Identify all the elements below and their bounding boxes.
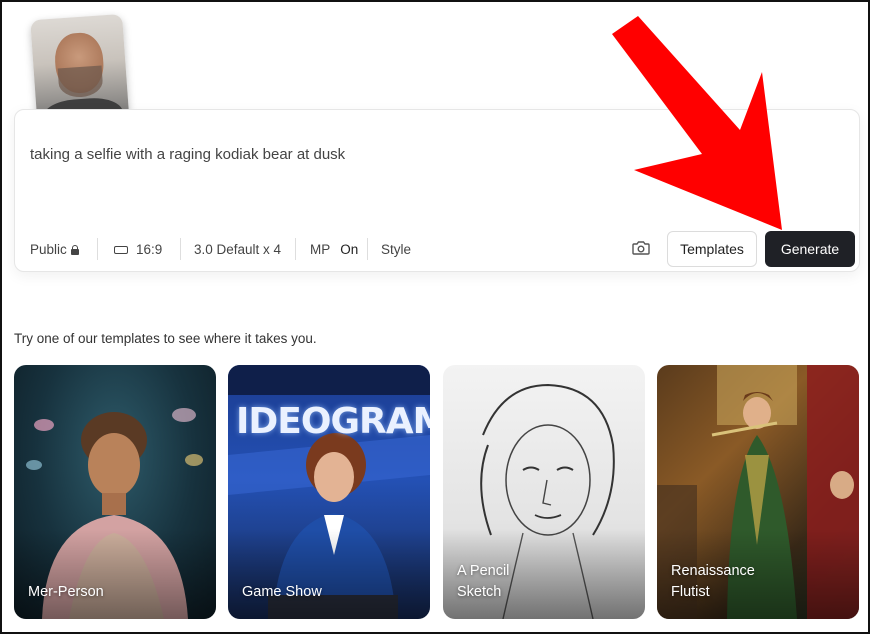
toolbar-divider [97, 238, 98, 260]
template-card-game-show[interactable]: IDEOGRAM Game Show [228, 365, 430, 619]
card-shade [228, 529, 430, 619]
ideogram-sign: IDEOGRAM [236, 401, 430, 442]
aspect-ratio-icon [114, 245, 128, 254]
template-card-label: Mer-Person [28, 584, 104, 600]
generate-button[interactable]: Generate [765, 231, 855, 267]
card-shade [14, 529, 216, 619]
app-window: taking a selfie with a raging kodiak bea… [0, 0, 870, 634]
style-selector[interactable]: Style [381, 242, 411, 257]
magic-prompt-label: MP [310, 242, 331, 257]
templates-button[interactable]: Templates [667, 231, 757, 267]
style-label: Style [381, 242, 412, 257]
model-selector[interactable]: 3.0 Default x 4 [194, 242, 281, 257]
toolbar-divider [180, 238, 181, 260]
camera-icon[interactable] [632, 241, 650, 255]
templates-caption: Try one of our templates to see where it… [14, 331, 317, 346]
aspect-ratio-selector[interactable]: 16:9 [114, 242, 162, 257]
visibility-label: Public [30, 242, 67, 257]
template-card-label: A Pencil Sketch [457, 563, 510, 600]
magic-prompt-value: On [340, 242, 359, 257]
toolbar-divider [295, 238, 296, 260]
avatar-beard [57, 65, 104, 99]
template-card-label: Game Show [242, 584, 322, 600]
aspect-ratio-label: 16:9 [136, 242, 163, 257]
template-card-mer-person[interactable]: Mer-Person [14, 365, 216, 619]
prompt-card: taking a selfie with a raging kodiak bea… [14, 109, 860, 272]
visibility-toggle[interactable]: Public [30, 242, 79, 257]
prompt-input[interactable]: taking a selfie with a raging kodiak bea… [30, 146, 345, 163]
template-card-label: Renaissance Flutist [671, 563, 755, 600]
model-label: 3.0 Default x 4 [194, 242, 282, 257]
magic-prompt-toggle[interactable]: MP On [310, 242, 358, 257]
template-card-pencil-sketch[interactable]: A Pencil Sketch [443, 365, 645, 619]
toolbar-divider [367, 238, 368, 260]
template-card-renaissance-flutist[interactable]: Renaissance Flutist [657, 365, 859, 619]
lock-icon [70, 245, 79, 255]
